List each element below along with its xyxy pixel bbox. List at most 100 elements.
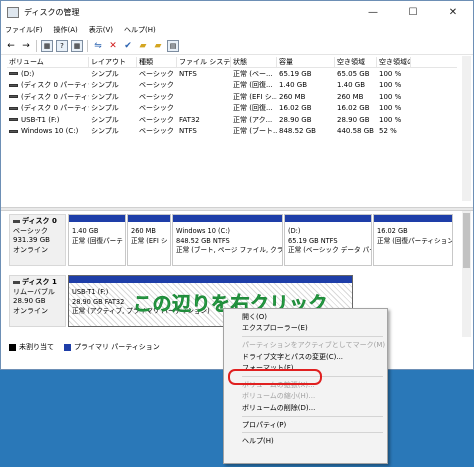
- folder-icon[interactable]: ▰: [137, 40, 149, 52]
- context-menu: 開く(O) エクスプローラー(E) パーティションをアクティブとしてマーク(M) ドラ…: [223, 308, 388, 464]
- column-header[interactable]: 空き領域: [335, 56, 377, 67]
- disk-0-name: ディスク 0: [22, 217, 57, 225]
- grid-icon-2[interactable]: ▦: [71, 39, 83, 52]
- disk-1-name: ディスク 1: [22, 278, 57, 286]
- context-menu-item[interactable]: エクスプローラー(E): [224, 323, 387, 335]
- disk-1-label[interactable]: ディスク 1 リムーバブル 28.90 GB オンライン: [9, 275, 66, 327]
- table-cell: ベーシック: [139, 81, 174, 90]
- table-cell: 正常 (ブート...: [233, 127, 277, 136]
- volume-name: Windows 10 (C:): [21, 127, 79, 136]
- toolbar-separator: [87, 39, 88, 52]
- column-header[interactable]: 種類: [137, 56, 177, 67]
- format-highlight-ring: [228, 369, 322, 385]
- column-header[interactable]: ボリューム: [7, 56, 89, 67]
- context-menu-item[interactable]: 開く(O): [224, 311, 387, 323]
- partition-d[interactable]: (D:) 65.19 GB NTFS 正常 (ベーシック データ パーテ: [284, 214, 372, 266]
- context-menu-item: パーティションをアクティブとしてマーク(M): [242, 340, 386, 349]
- volume-name: (D:): [21, 69, 35, 78]
- disk-0-label[interactable]: ディスク 0 ベーシック 931.39 GB オンライン: [9, 214, 66, 266]
- table-row[interactable]: Windows 10 (C:) シンプル ベーシック NTFS 正常 (ブート... 84…: [7, 126, 457, 138]
- table-cell: FAT32: [179, 115, 200, 124]
- table-cell: 100 %: [379, 81, 402, 90]
- back-arrow-icon[interactable]: ←: [5, 40, 17, 52]
- table-cell: 260 MB: [279, 92, 306, 101]
- check-icon[interactable]: ✔: [122, 40, 134, 52]
- column-header[interactable]: ファイル システム: [177, 56, 231, 67]
- partition-status: 正常 (回復パーティション: [377, 236, 453, 245]
- grid-icon[interactable]: ▦: [41, 39, 53, 52]
- maximize-button[interactable]: ☐: [393, 1, 433, 23]
- table-cell: 28.90 GB: [279, 115, 312, 124]
- partition-recovery-1[interactable]: 1.40 GB 正常 (回復パーテ: [68, 214, 126, 266]
- table-cell: 65.19 GB: [279, 69, 312, 78]
- partition-windows-c[interactable]: Windows 10 (C:) 848.52 GB NTFS 正常 (ブート, …: [172, 214, 283, 266]
- table-cell: NTFS: [179, 127, 197, 136]
- table-cell: 1.40 GB: [337, 81, 366, 90]
- table-row[interactable]: USB-T1 (F:) シンプル ベーシック FAT32 正常 (アク... 28.90 …: [7, 114, 457, 126]
- volume-list: ボリューム レイアウト 種類 ファイル システム 状態 容量 空き領域 空き領域…: [7, 56, 457, 137]
- partition-size: 16.02 GB: [377, 227, 408, 235]
- partition-status: 正常 (ブート, ページ ファイル, クラッシ: [176, 246, 283, 254]
- partition-efi[interactable]: 260 MB 正常 (EFI シ: [127, 214, 171, 266]
- volume-list-scrollbar[interactable]: [462, 56, 471, 201]
- close-button[interactable]: ✕: [433, 1, 473, 23]
- menu-view[interactable]: 表示(V): [89, 25, 113, 35]
- help-icon[interactable]: ?: [56, 39, 68, 52]
- table-cell: (ディスク 0 パーティシ...: [7, 92, 89, 102]
- partition-status: 正常 (ベーシック データ パーテ: [288, 246, 371, 254]
- volume-icon: [9, 106, 18, 110]
- menu-action[interactable]: 操作(A): [54, 25, 78, 35]
- volume-icon: [9, 95, 18, 99]
- partition-size: 260 MB: [131, 227, 156, 235]
- table-cell: 1.40 GB: [279, 81, 308, 90]
- forward-arrow-icon[interactable]: →: [20, 40, 32, 52]
- connect-icon[interactable]: ⇋: [92, 40, 104, 52]
- table-cell: 正常 (EFI シ...: [233, 92, 277, 101]
- partition-recovery-2[interactable]: 16.02 GB 正常 (回復パーティション: [373, 214, 453, 266]
- legend: 未割り当て プライマリ パーティション: [9, 341, 170, 353]
- folder-icon-2[interactable]: ▰: [152, 40, 164, 52]
- partition-title: Windows 10 (C:): [176, 227, 230, 235]
- partition-size: 848.52 GB NTFS: [176, 236, 230, 245]
- context-menu-item[interactable]: ヘルプ(H): [224, 435, 387, 447]
- delete-icon[interactable]: ✕: [107, 40, 119, 52]
- column-header[interactable]: 状態: [231, 56, 277, 67]
- context-menu-item[interactable]: ボリュームの削除(D)...: [224, 402, 387, 414]
- menu-file[interactable]: ファイル(F): [5, 25, 43, 35]
- menu-separator: [242, 432, 383, 434]
- table-cell: 100 %: [379, 69, 402, 78]
- table-cell: (ディスク 0 パーティシ...: [7, 80, 89, 90]
- properties-icon[interactable]: ▤: [167, 39, 179, 52]
- table-row[interactable]: (D:) シンプル ベーシック NTFS 正常 (ベー... 65.19 GB 65.05 …: [7, 68, 457, 80]
- context-menu-item[interactable]: ドライブ文字とパスの変更(C)...: [224, 351, 387, 363]
- title-bar: ディスクの管理 — ☐ ✕: [1, 1, 473, 23]
- partition-size: 1.40 GB: [72, 227, 99, 235]
- volume-icon: [9, 83, 18, 87]
- volume-name: (ディスク 0 パーティシ...: [21, 81, 89, 90]
- disk-pane-scrollbar[interactable]: [462, 211, 471, 337]
- column-header[interactable]: レイアウト: [89, 56, 137, 67]
- table-cell: 正常 (ベー...: [233, 69, 273, 78]
- table-row[interactable]: (ディスク 0 パーティシ...シンプル ベーシック 正常 (回復... 16.02 …: [7, 103, 457, 115]
- column-header[interactable]: 容量: [277, 56, 335, 67]
- legend-primary: プライマリ パーティション: [74, 343, 160, 351]
- context-menu-item[interactable]: プロパティ(P): [224, 419, 387, 431]
- minimize-button[interactable]: —: [353, 1, 393, 23]
- disk-0-status: オンライン: [13, 245, 48, 254]
- table-row[interactable]: (ディスク 0 パーティシ...シンプルベーシック正常 (EFI シ...260…: [7, 91, 457, 103]
- volume-name: USB-T1 (F:): [21, 115, 60, 124]
- partition-status: 正常 (回復パーテ: [72, 236, 123, 245]
- context-menu-item: ボリュームの縮小(H)...: [242, 392, 316, 401]
- disk-0-size: 931.39 GB: [13, 236, 50, 244]
- partition-status: 正常 (EFI シ: [131, 236, 168, 245]
- disk-0-name-row: ディスク 0: [13, 217, 62, 227]
- column-header[interactable]: 空き領域の割...: [377, 56, 411, 67]
- menu-help[interactable]: ヘルプ(H): [124, 25, 156, 35]
- table-cell: ベーシック: [139, 69, 174, 78]
- table-row[interactable]: (ディスク 0 パーティシ...シンプル ベーシック 正常 (回復... 1.40 G…: [7, 80, 457, 92]
- scrollbar-thumb[interactable]: [463, 213, 470, 268]
- disk-icon: [13, 280, 20, 284]
- table-cell: 正常 (回復...: [233, 104, 273, 113]
- disk-icon: [13, 219, 20, 223]
- table-cell: シンプル: [91, 115, 119, 124]
